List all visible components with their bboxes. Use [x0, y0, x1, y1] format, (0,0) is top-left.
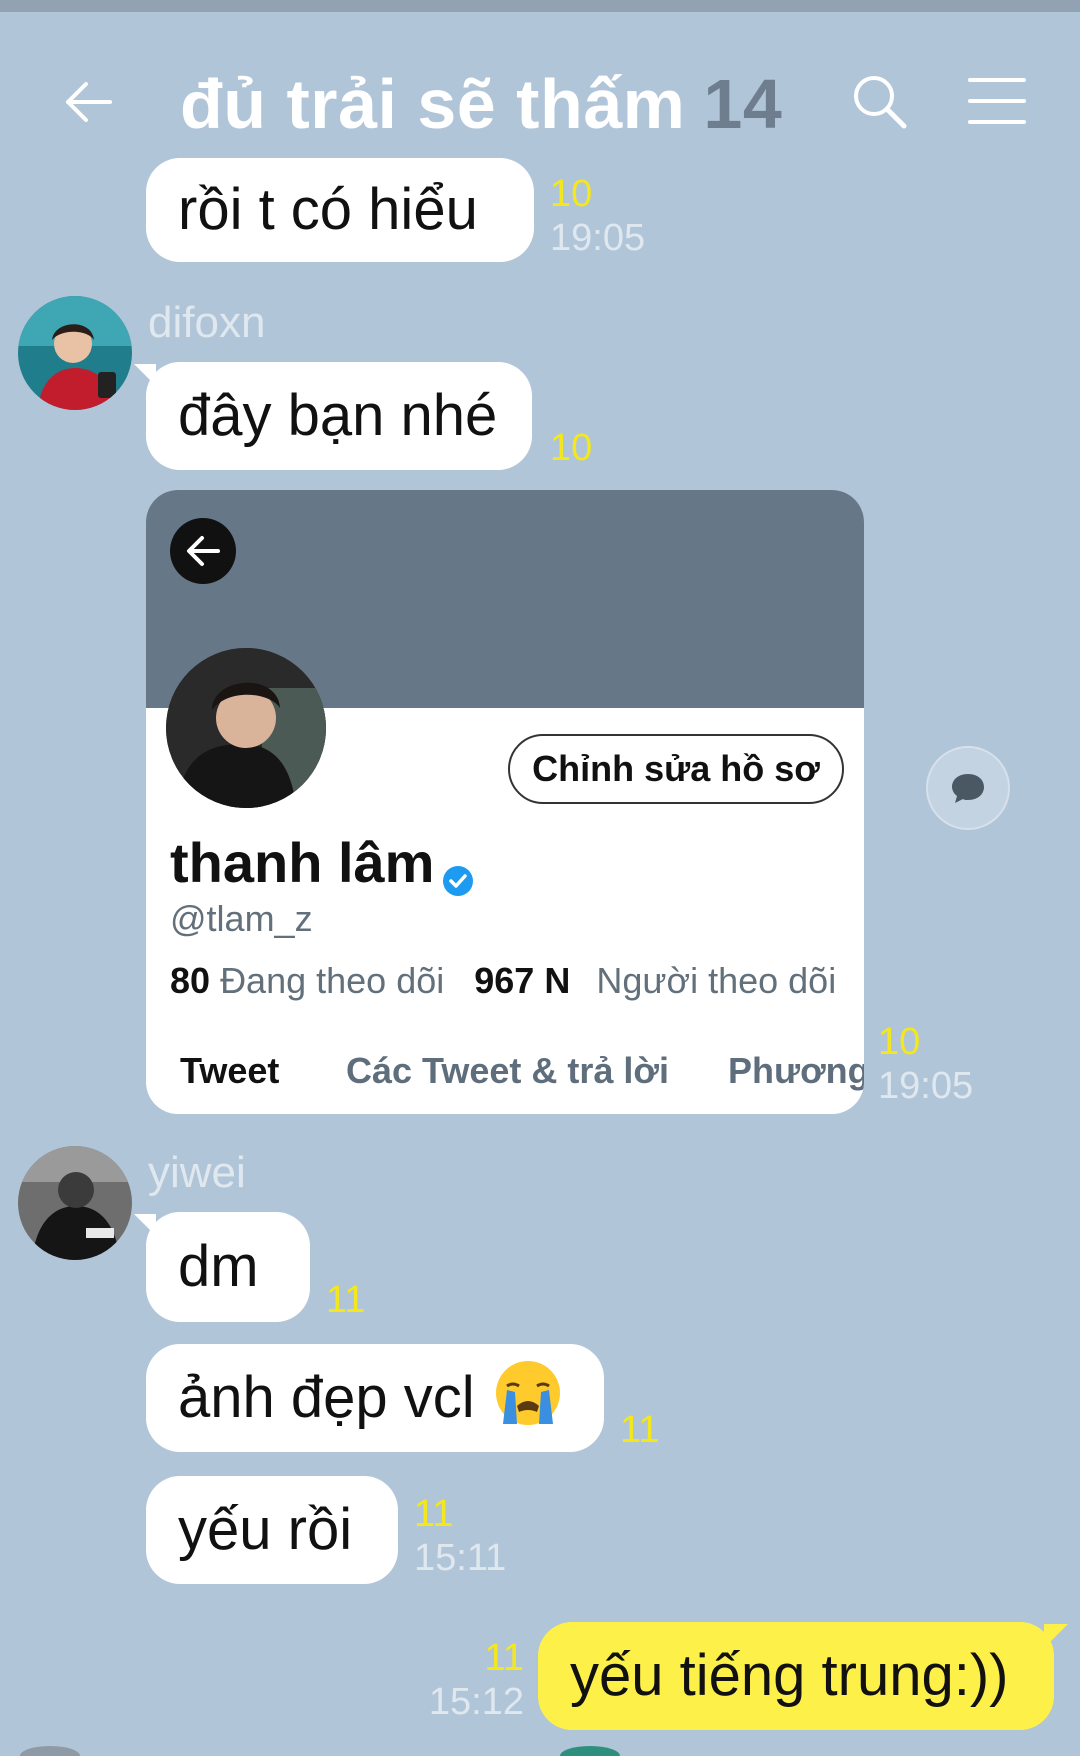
back-arrow-icon: [170, 518, 236, 584]
message-time: 19:05: [878, 1065, 974, 1107]
unread-count: 11: [326, 1279, 366, 1321]
profile-name: thanh lâm: [170, 830, 474, 897]
message-time: 15:12: [428, 1681, 524, 1723]
unread-count: 11: [620, 1409, 660, 1451]
following-label: Đang theo dõi: [220, 960, 445, 1001]
verified-badge-icon: [442, 845, 474, 897]
unread-count: 11: [414, 1493, 454, 1535]
speech-bubble-icon: [952, 774, 984, 803]
avatar-difoxn[interactable]: [18, 296, 132, 410]
avatar-yiwei[interactable]: [18, 1146, 132, 1260]
message-bubble[interactable]: dm: [134, 1212, 310, 1322]
message-meta: 10: [550, 426, 592, 470]
message-bubble[interactable]: đây bạn nhé: [134, 362, 532, 470]
share-button[interactable]: [926, 746, 1010, 830]
profile-stats: 80 Đang theo dõi 967 N Người theo dõi: [170, 960, 836, 1002]
message-meta: 10 19:05: [878, 1020, 973, 1108]
search-icon[interactable]: [848, 70, 910, 132]
followers-label: Người theo dõi: [596, 960, 837, 1001]
profile-tabs: Tweet Các Tweet & trả lời Phương: [146, 1050, 864, 1110]
unread-count: 11: [484, 1637, 524, 1679]
bottom-avatar-edge: [20, 1746, 80, 1756]
sender-name: difoxn: [148, 298, 266, 347]
bottom-avatar-edge: [560, 1746, 620, 1756]
tab-media: Phương: [728, 1050, 864, 1091]
message-text: rồi t có hiểu: [178, 177, 478, 242]
member-count: 14: [703, 65, 783, 143]
sender-name: yiwei: [148, 1148, 246, 1197]
unread-count: 10: [878, 1021, 921, 1063]
message-text: ảnh đẹp vcl: [178, 1365, 475, 1430]
menu-icon[interactable]: [966, 70, 1028, 132]
chat-title: đủ trải sẽ thấm 14: [180, 64, 782, 144]
chat-header: đủ trải sẽ thấm 14: [0, 12, 1080, 180]
message-bubble[interactable]: rồi t có hiểu: [146, 158, 534, 262]
tab-tweets: Tweet: [180, 1050, 280, 1091]
profile-name-text: thanh lâm: [170, 831, 435, 894]
edit-profile-button: Chỉnh sửa hồ sơ: [508, 734, 844, 804]
message-time: 19:05: [550, 217, 646, 259]
status-strip: [0, 0, 1080, 12]
message-text: dm: [178, 1234, 259, 1299]
chat-name: đủ trải sẽ thấm: [180, 65, 686, 143]
message-text: yếu rồi: [178, 1497, 353, 1562]
message-bubble[interactable]: ảnh đẹp vcl: [146, 1344, 604, 1452]
message-time: 15:11: [414, 1537, 507, 1579]
message-bubble[interactable]: yếu rồi: [146, 1476, 398, 1584]
message-bubble-mine[interactable]: yếu tiếng trung:)): [538, 1622, 1068, 1730]
message-meta: 11: [620, 1408, 659, 1452]
message-meta: 11 15:12: [400, 1636, 524, 1724]
message-text: đây bạn nhé: [178, 383, 498, 448]
unread-count: 10: [550, 173, 593, 215]
profile-avatar: [166, 648, 326, 808]
profile-screenshot-card[interactable]: Chỉnh sửa hồ sơ thanh lâm @tlam_z 80 Đan…: [146, 490, 864, 1114]
back-arrow-icon[interactable]: [58, 72, 118, 132]
followers-count: 967 N: [474, 960, 571, 1001]
message-meta: 10 19:05: [550, 172, 645, 260]
following-count: 80: [170, 960, 211, 1001]
unread-count: 10: [550, 427, 593, 469]
message-text: yếu tiếng trung:)): [570, 1643, 1009, 1708]
profile-handle: @tlam_z: [170, 898, 313, 939]
tab-replies: Các Tweet & trả lời: [346, 1050, 670, 1091]
message-meta: 11 15:11: [414, 1492, 506, 1580]
crying-emoji-icon: [493, 1358, 563, 1438]
message-meta: 11: [326, 1278, 365, 1322]
